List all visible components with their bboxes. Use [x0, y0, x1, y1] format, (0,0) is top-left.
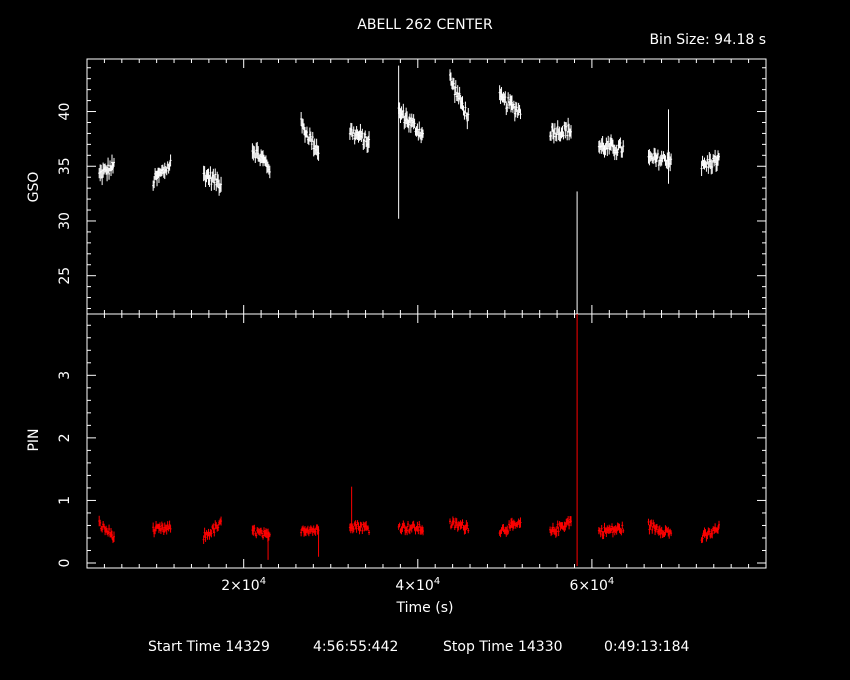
gso-y-tick-label: 35	[57, 157, 73, 175]
pin-panel: 0 1 2 3 2×104 4×104 6×104	[57, 313, 767, 594]
light-curve-figure: ABELL 262 CENTER Bin Size: 94.18 s 25303…	[26, 17, 767, 655]
gso-y-tick-label: 30	[57, 212, 73, 230]
gso-segment	[549, 117, 573, 144]
stop-time-value: 0:49:13:184	[604, 639, 690, 655]
pin-segment	[152, 520, 172, 538]
gso-segment	[700, 149, 720, 177]
x-tick-label: 2×104	[221, 576, 266, 594]
gso-segment	[498, 85, 522, 122]
pin-segment	[700, 520, 720, 544]
pin-frame	[86, 313, 767, 569]
pin-segment	[498, 517, 522, 538]
pin-y-tick-label: 3	[57, 371, 73, 380]
pin-segment	[397, 520, 425, 536]
gso-segment	[348, 122, 371, 153]
pin-y-tick-label: 0	[57, 559, 73, 568]
gso-y-tick-label: 40	[57, 103, 73, 121]
gso-segment	[397, 102, 425, 144]
gso-y-label: GSO	[26, 172, 42, 203]
gso-frame	[86, 58, 767, 315]
pin-y-tick-label: 2	[57, 433, 73, 442]
start-time-value: 4:56:55:442	[313, 639, 398, 655]
stop-time-label: Stop Time 14330	[443, 639, 563, 655]
bin-size-label: Bin Size: 94.18 s	[649, 32, 766, 48]
gso-segment	[597, 134, 625, 161]
pin-segment	[300, 524, 320, 537]
pin-segment	[549, 516, 573, 538]
pin-segment	[647, 518, 673, 539]
gso-segment	[202, 165, 223, 196]
gso-segment	[152, 154, 172, 191]
chart-title: ABELL 262 CENTER	[357, 17, 493, 33]
gso-segment	[449, 69, 470, 130]
gso-segment	[300, 112, 320, 161]
pin-segment	[597, 521, 625, 540]
pin-y-tick-label: 1	[57, 496, 73, 505]
pin-segment	[449, 516, 470, 535]
x-tick-label: 4×104	[395, 576, 440, 594]
gso-y-tick-label: 25	[57, 267, 73, 285]
x-axis-label: Time (s)	[396, 600, 454, 616]
x-tick-label: 6×104	[569, 576, 614, 594]
gso-panel: 25 30 35 40	[57, 58, 767, 315]
pin-segment	[202, 516, 223, 544]
gso-segment	[251, 141, 271, 179]
pin-segment	[98, 515, 115, 544]
pin-y-label: PIN	[26, 428, 42, 451]
gso-segment	[98, 154, 115, 186]
start-time-label: Start Time 14329	[148, 639, 270, 655]
